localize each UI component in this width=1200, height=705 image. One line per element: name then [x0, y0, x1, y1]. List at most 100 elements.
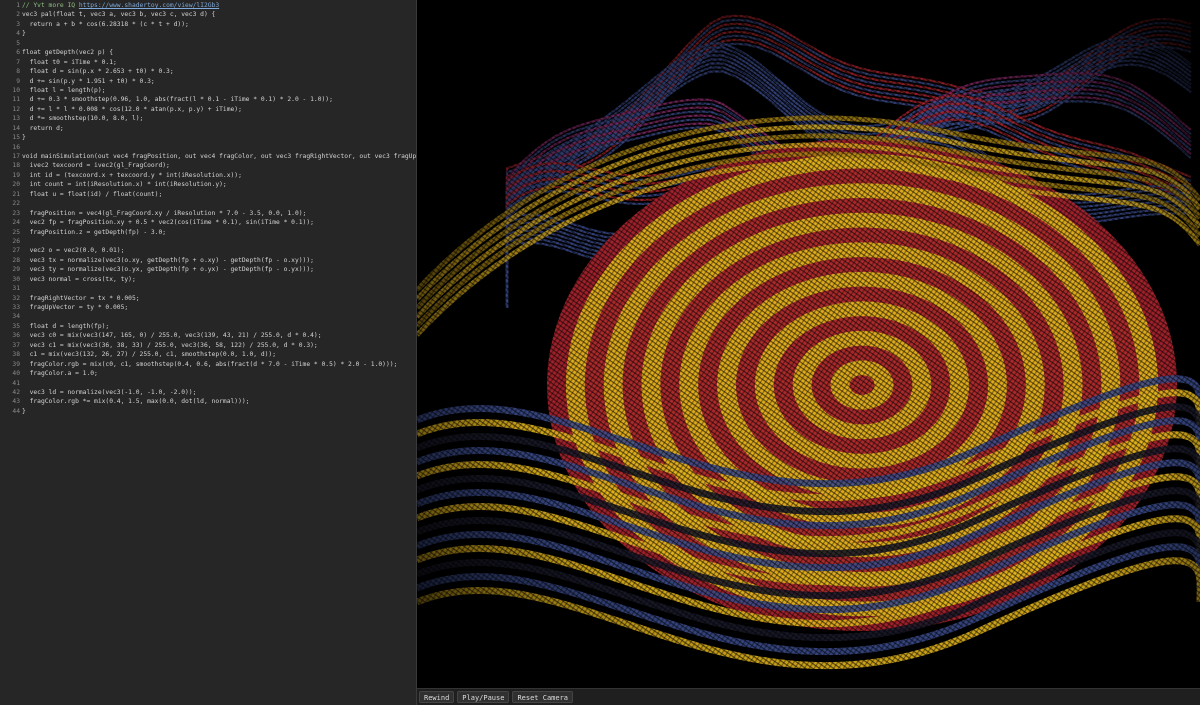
code-text-content: vec2 fp = fragPosition.xy + 0.5 * vec2(c… [22, 219, 314, 227]
code-text-content: void mainSimulation(out vec4 fragPositio… [22, 153, 417, 160]
code-text-content: fragPosition = vec4(gl_FragCoord.xy / iR… [22, 209, 307, 217]
code-line[interactable]: 26 [0, 237, 416, 246]
code-line[interactable]: 13 d *= smoothstep(10.0, 8.0, l); [0, 114, 416, 123]
code-line[interactable]: 18 ivec2 texcoord = ivec2(gl_FragCoord); [0, 161, 416, 170]
line-number: 41 [12, 379, 20, 387]
code-text: fragUpVector = ty * 0.005; [22, 303, 129, 312]
code-text: } [22, 29, 26, 38]
code-text-content: ivec2 texcoord = ivec2(gl_FragCoord); [22, 162, 170, 170]
code-text: vec3 ty = normalize(vec3(o.yx, getDepth(… [22, 265, 314, 274]
code-line[interactable]: 41 [0, 379, 416, 388]
code-text: d += 0.3 * smoothstep(0.96, 1.0, abs(fra… [22, 95, 333, 104]
code-line[interactable]: 22 [0, 199, 416, 208]
line-number: 23 [12, 209, 20, 217]
line-number: 17 [12, 153, 20, 160]
code-line[interactable]: 44} [0, 407, 416, 416]
code-line[interactable]: 23 fragPosition = vec4(gl_FragCoord.xy /… [0, 209, 416, 218]
code-text: vec3 pal(float t, vec3 a, vec3 b, vec3 c… [22, 10, 215, 19]
code-line[interactable]: 16 [0, 143, 416, 152]
code-text-content: vec3 ty = normalize(vec3(o.yx, getDepth(… [22, 266, 314, 274]
shader-canvas[interactable] [417, 0, 1200, 688]
line-number: 24 [12, 219, 20, 227]
line-number: 44 [12, 407, 20, 415]
code-line[interactable]: 33 fragUpVector = ty * 0.005; [0, 303, 416, 312]
code-line[interactable]: 32 fragRightVector = tx * 0.005; [0, 294, 416, 303]
code-text: float u = float(id) / float(count); [22, 190, 163, 199]
code-line[interactable]: 9 d += sin(p.y * 1.951 + t0) * 0.3; [0, 77, 416, 86]
code-line[interactable]: 37 vec3 c1 = mix(vec3(36, 38, 33) / 255.… [0, 341, 416, 350]
line-number: 1 [16, 2, 20, 9]
code-text-content: float getDepth(vec2 p) { [22, 49, 113, 57]
line-number: 10 [12, 86, 20, 94]
code-line[interactable]: 14 return d; [0, 124, 416, 133]
code-line[interactable]: 10 float l = length(p); [0, 86, 416, 95]
code-text-content: d += l * l * 0.008 * cos(12.0 * atan(p.x… [22, 105, 242, 113]
line-number: 30 [12, 275, 20, 283]
code-line[interactable]: 43 fragColor.rgb *= mix(0.4, 1.5, max(0.… [0, 397, 416, 406]
code-text-content: float u = float(id) / float(count); [22, 190, 163, 198]
code-line[interactable]: 12 d += l * l * 0.008 * cos(12.0 * atan(… [0, 105, 416, 114]
code-line[interactable]: 39 fragColor.rgb = mix(c0, c1, smoothste… [0, 360, 416, 369]
code-line[interactable]: 5 [0, 39, 416, 48]
code-line[interactable]: 17 void mainSimulation(out vec4 fragPosit… [0, 152, 416, 161]
code-text-content: // Yvt more IQ [22, 2, 79, 9]
line-number: 12 [12, 105, 20, 113]
code-text-content: fragColor.rgb *= mix(0.4, 1.5, max(0.0, … [22, 398, 250, 406]
code-line[interactable]: 34 [0, 312, 416, 321]
code-text-content: float t0 = iTime * 0.1; [22, 58, 117, 66]
line-number: 7 [16, 58, 20, 66]
code-text-content: d *= smoothstep(10.0, 8.0, l); [22, 115, 144, 123]
reset-camera-button[interactable]: Reset Camera [512, 691, 574, 703]
code-line[interactable]: 30 vec3 normal = cross(tx, ty); [0, 275, 416, 284]
code-line[interactable]: 24 vec2 fp = fragPosition.xy + 0.5 * vec… [0, 218, 416, 227]
code-line[interactable]: 4} [0, 29, 416, 38]
code-line[interactable]: 36 vec3 c0 = mix(vec3(147, 165, 0) / 255… [0, 331, 416, 340]
code-text: d += l * l * 0.008 * cos(12.0 * atan(p.x… [22, 105, 242, 114]
code-text: float t0 = iTime * 0.1; [22, 58, 117, 67]
shader-visualization [417, 0, 1200, 688]
line-number: 32 [12, 294, 20, 302]
code-line[interactable]: 35 float d = length(fp); [0, 322, 416, 331]
code-line[interactable]: 25 fragPosition.z = getDepth(fp) - 3.0; [0, 228, 416, 237]
code-line[interactable]: 29 vec3 ty = normalize(vec3(o.yx, getDep… [0, 265, 416, 274]
code-line[interactable]: 20 int count = int(iResolution.x) * int(… [0, 180, 416, 189]
line-number: 21 [12, 190, 20, 198]
code-line[interactable]: 21 float u = float(id) / float(count); [0, 190, 416, 199]
line-number: 2 [16, 11, 20, 19]
code-line[interactable]: 11 d += 0.3 * smoothstep(0.96, 1.0, abs(… [0, 95, 416, 104]
code-line[interactable]: 2 vec3 pal(float t, vec3 a, vec3 b, vec3 … [0, 10, 416, 19]
code-line[interactable]: 31 [0, 284, 416, 293]
code-line[interactable]: 7 float t0 = iTime * 0.1; [0, 58, 416, 67]
code-text: float d = sin(p.x * 2.653 + t0) * 0.3; [22, 67, 174, 76]
code-line[interactable]: 42 vec3 ld = normalize(vec3(-1.0, -1.0, … [0, 388, 416, 397]
code-line[interactable]: 27 vec2 o = vec2(0.0, 0.01); [0, 246, 416, 255]
shadertoy-link[interactable]: https://www.shadertoy.com/view/lI2Gb3 [79, 2, 219, 9]
line-number: 9 [16, 77, 20, 85]
rewind-button[interactable]: Rewind [419, 691, 455, 703]
code-text-content: float d = length(fp); [22, 322, 110, 330]
code-line[interactable]: 19 int id = (texcoord.x + texcoord.y * i… [0, 171, 416, 180]
code-text: d *= smoothstep(10.0, 8.0, l); [22, 114, 144, 123]
code-line[interactable]: 15} [0, 133, 416, 142]
code-text: void mainSimulation(out vec4 fragPositio… [22, 152, 417, 161]
code-text: float getDepth(vec2 p) { [22, 48, 113, 57]
code-editor[interactable]: 1// Yvt more IQ https://www.shadertoy.co… [0, 0, 417, 705]
code-line[interactable]: 28 vec3 tx = normalize(vec3(o.xy, getDep… [0, 256, 416, 265]
code-line[interactable]: 6 float getDepth(vec2 p) { [0, 48, 416, 57]
line-number: 42 [12, 388, 20, 396]
code-line[interactable]: 38 c1 = mix(vec3(132, 26, 27) / 255.0, c… [0, 350, 416, 359]
code-line[interactable]: 40 fragColor.a = 1.0; [0, 369, 416, 378]
code-text-content: float l = length(p); [22, 86, 106, 94]
code-text: vec3 tx = normalize(vec3(o.xy, getDepth(… [22, 256, 314, 265]
code-line[interactable]: 8 float d = sin(p.x * 2.653 + t0) * 0.3; [0, 67, 416, 76]
line-number: 22 [12, 200, 20, 208]
code-text: vec2 fp = fragPosition.xy + 0.5 * vec2(c… [22, 218, 314, 227]
line-number: 27 [12, 247, 20, 255]
line-number: 4 [16, 30, 20, 38]
code-text: fragColor.rgb *= mix(0.4, 1.5, max(0.0, … [22, 397, 250, 406]
play-pause-button[interactable]: Play/Pause [457, 691, 510, 703]
code-line[interactable]: 3 return a + b * cos(6.28318 * (c * t + … [0, 20, 416, 29]
line-number: 43 [12, 398, 20, 406]
line-number: 39 [12, 360, 20, 368]
code-line[interactable]: 1// Yvt more IQ https://www.shadertoy.co… [0, 1, 416, 10]
